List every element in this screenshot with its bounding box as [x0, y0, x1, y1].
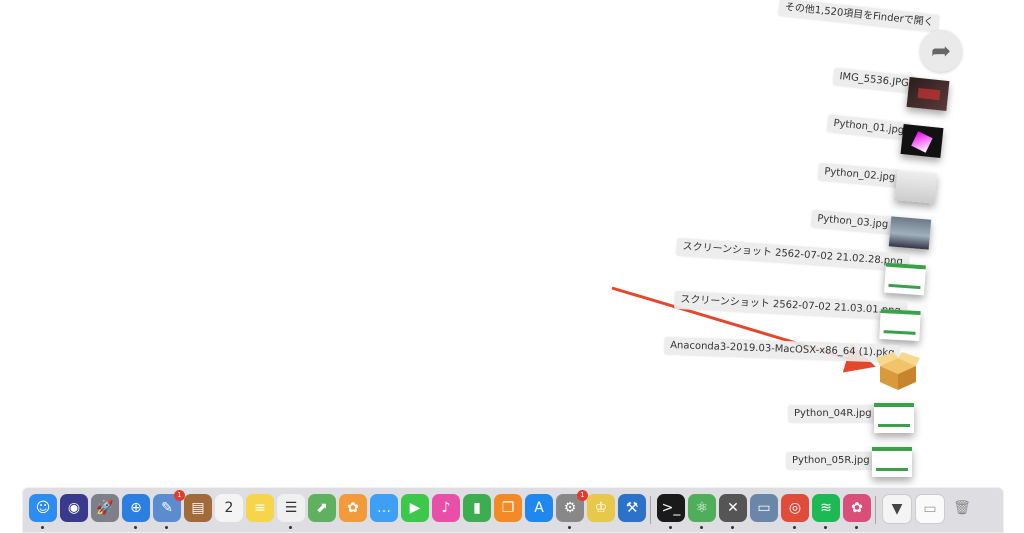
spotify-icon[interactable]: ≋ [812, 494, 840, 529]
anaconda-icon[interactable]: ✿ [843, 494, 871, 529]
books-icon[interactable]: ❐ [494, 494, 522, 522]
xcode-icon[interactable]: ⚒ [618, 494, 646, 522]
sequel-icon-glyph: ♔ [594, 500, 608, 516]
photos-icon-glyph: ✿ [347, 500, 359, 516]
utilities-icon[interactable]: ✕ [719, 494, 747, 529]
numbers-icon-glyph: ▮ [473, 500, 481, 516]
atom-icon[interactable]: ⚛ [688, 494, 716, 529]
file-thumbnail [900, 123, 944, 159]
running-indicator [289, 526, 292, 529]
siri-icon[interactable]: ◉ [60, 494, 88, 522]
chrome-icon[interactable]: ◎ [781, 494, 809, 529]
running-indicator [41, 526, 44, 529]
safari-icon-glyph: ⊕ [130, 500, 142, 516]
calendar-icon[interactable]: 2 [215, 494, 243, 522]
running-indicator [824, 526, 827, 529]
spotify-icon-glyph: ≋ [820, 500, 832, 516]
running-indicator [700, 526, 703, 529]
running-indicator [134, 526, 137, 529]
terminal-icon-glyph: >_ [661, 500, 681, 516]
running-indicator [165, 526, 168, 529]
facetime-icon[interactable]: ▶ [401, 494, 429, 522]
sequel-icon[interactable]: ♔ [587, 494, 615, 522]
notebook-icon[interactable]: ▤ [184, 494, 212, 522]
app-store-icon[interactable]: A [525, 494, 553, 522]
running-indicator [731, 526, 734, 529]
notes-icon-glyph: ≡ [254, 500, 266, 516]
photos-icon[interactable]: ✿ [339, 494, 367, 522]
app-store-icon-glyph: A [534, 500, 544, 516]
running-indicator [669, 526, 672, 529]
scanner-icon-glyph: ▭ [757, 500, 771, 516]
file-name-label: Python_04R.jpg [788, 405, 878, 423]
file-thumbnail [884, 262, 926, 296]
scanner-icon[interactable]: ▭ [750, 494, 778, 522]
reminders-icon[interactable]: ☰ [277, 494, 305, 529]
utilities-icon-glyph: ✕ [727, 500, 739, 516]
downloads-stack-icon[interactable]: ▼ [882, 494, 912, 524]
maps-icon-glyph: ⬈ [316, 500, 328, 516]
dock-separator [875, 496, 876, 524]
system-preferences-icon[interactable]: ⚙ 1 [556, 490, 588, 529]
safari-icon[interactable]: ⊕ [122, 494, 150, 529]
package-icon [876, 352, 920, 390]
terminal-icon[interactable]: >_ [657, 494, 685, 529]
messages-icon[interactable]: … [370, 494, 398, 522]
notebook-icon-glyph: ▤ [191, 500, 205, 516]
file-thumbnail [879, 308, 921, 342]
itunes-icon[interactable]: ♪ [432, 494, 460, 522]
dock: ☺ ◉ 🚀 ⊕ ✎ 1 ▤ 2 ≡ ☰ ⬈ ✿… ▶ ♪ ▮ ❐ A ⚙ 1 ♔ ⚒ >_ ⚛ ✕ ▭ ◎ ≋ ✿ ▼ ▭ 🗑 [22, 487, 1004, 533]
itunes-icon-glyph: ♪ [441, 500, 451, 516]
running-indicator [793, 526, 796, 529]
file-thumbnail [874, 403, 914, 433]
file-thumbnail [888, 216, 932, 250]
notes-icon[interactable]: ≡ [246, 494, 274, 522]
dock-separator [650, 496, 651, 524]
finder-icon-glyph: ☺ [35, 500, 51, 516]
file-thumbnail [894, 170, 938, 204]
preview-icon[interactable]: ✎ 1 [153, 490, 185, 529]
system-preferences-icon-glyph: ⚙ [563, 500, 577, 516]
launchpad-icon-glyph: 🚀 [96, 500, 114, 516]
downloads-stack-fan: その他1,520項目をFinderで開く ➦ IMG_5536.JPG Python_… [0, 0, 1024, 480]
anaconda-icon-glyph: ✿ [851, 500, 863, 516]
chrome-icon-glyph: ◎ [788, 500, 802, 516]
file-name-label: Python_05R.jpg [786, 452, 876, 470]
preview-icon-glyph: ✎ [161, 500, 173, 516]
documents-stack-icon[interactable]: ▭ [915, 494, 945, 524]
arrow-forward-icon[interactable]: ➦ [920, 30, 962, 72]
calendar-icon-glyph: 2 [224, 500, 234, 516]
running-indicator [568, 526, 571, 529]
trash-icon[interactable]: 🗑 [948, 494, 976, 522]
numbers-icon[interactable]: ▮ [463, 494, 491, 522]
running-indicator [855, 526, 858, 529]
maps-icon[interactable]: ⬈ [308, 494, 336, 522]
finder-icon[interactable]: ☺ [29, 494, 57, 529]
facetime-icon-glyph: ▶ [409, 500, 421, 516]
xcode-icon-glyph: ⚒ [625, 500, 639, 516]
atom-icon-glyph: ⚛ [695, 500, 709, 516]
file-thumbnail [906, 76, 950, 112]
file-thumbnail [872, 447, 912, 477]
messages-icon-glyph: … [377, 500, 391, 516]
siri-icon-glyph: ◉ [67, 500, 81, 516]
launchpad-icon[interactable]: 🚀 [91, 494, 119, 522]
reminders-icon-glyph: ☰ [284, 500, 298, 516]
books-icon-glyph: ❐ [501, 500, 515, 516]
